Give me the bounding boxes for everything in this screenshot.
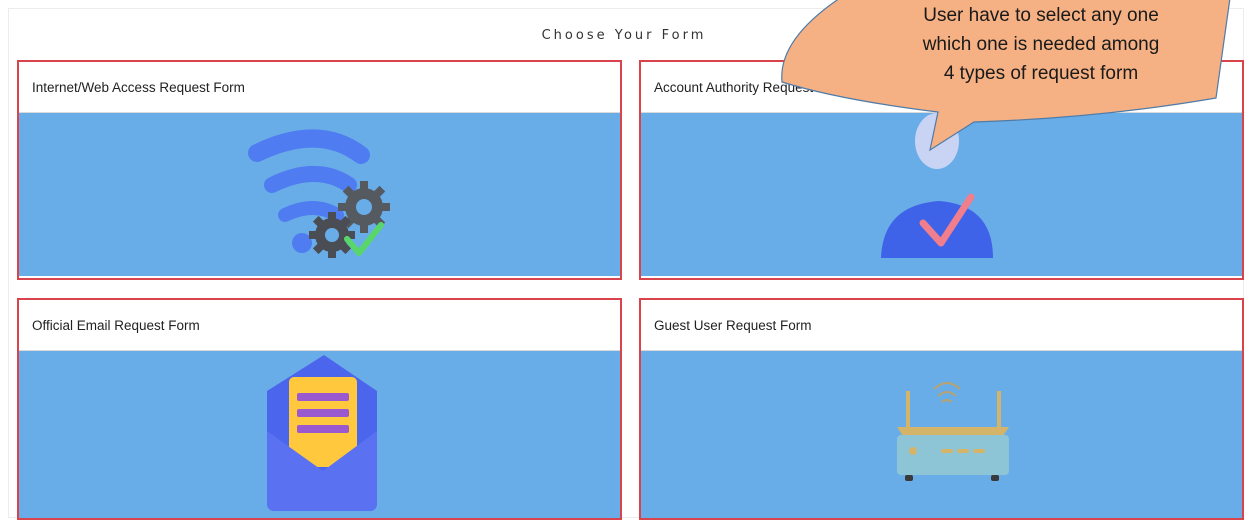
internet-access-form-card[interactable]: Internet/Web Access Request Form	[17, 60, 622, 280]
callout-line: 4 types of request form	[943, 63, 1139, 84]
guest-user-form-card[interactable]: Guest User Request Form	[639, 298, 1244, 520]
callout-line: which one is needed among	[922, 34, 1160, 55]
card-title: Internet/Web Access Request Form	[19, 62, 620, 113]
card-title: Official Email Request Form	[19, 300, 620, 351]
wifi-gear-icon	[248, 129, 390, 258]
callout-line: User have to select any one	[923, 5, 1159, 26]
official-email-form-card[interactable]: Official Email Request Form	[17, 298, 622, 520]
card-title: Guest User Request Form	[641, 300, 1242, 351]
router-icon	[897, 382, 1009, 481]
card-image	[641, 351, 1242, 518]
card-image	[19, 113, 620, 276]
card-image	[19, 351, 620, 518]
envelope-icon	[267, 355, 377, 511]
callout-text: User have to select any one which one is…	[860, 1, 1222, 88]
